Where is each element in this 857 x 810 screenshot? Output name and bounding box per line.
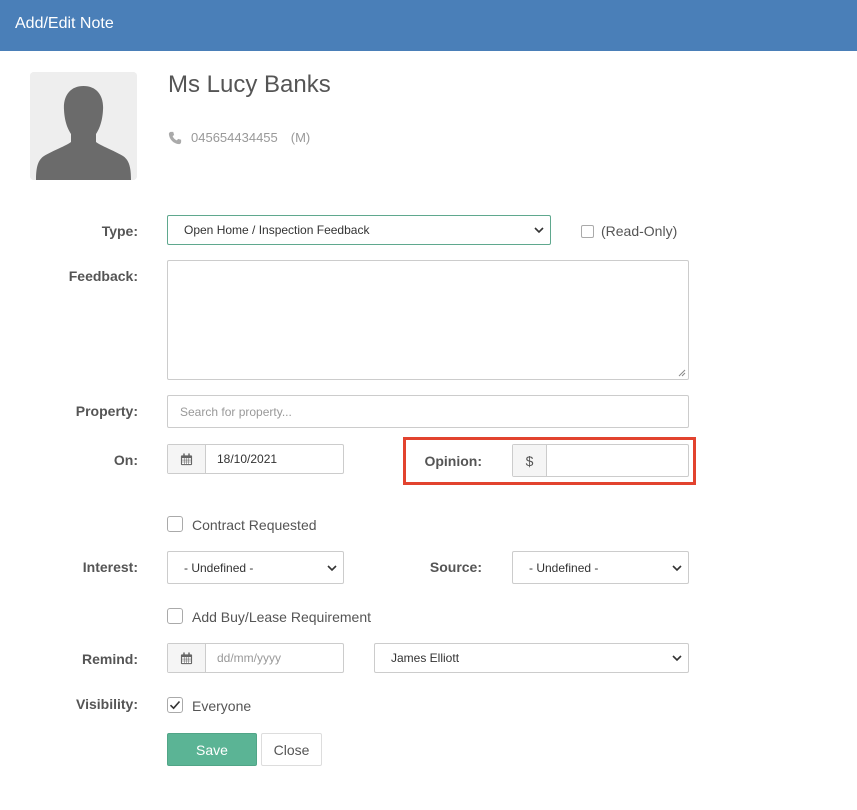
remind-calendar-button[interactable] bbox=[168, 644, 206, 672]
on-label: On: bbox=[113, 452, 138, 468]
remind-user-value: James Elliott bbox=[391, 651, 460, 665]
avatar bbox=[30, 72, 137, 180]
remind-label: Remind: bbox=[82, 651, 138, 667]
person-silhouette-icon bbox=[30, 72, 137, 180]
property-placeholder: Search for property... bbox=[180, 404, 292, 419]
contract-requested-label: Contract Requested bbox=[192, 517, 317, 533]
property-search-input[interactable]: Search for property... bbox=[167, 395, 689, 428]
phone-row: 045654434455 (M) bbox=[168, 130, 310, 145]
remind-date-input[interactable]: dd/mm/yyyy bbox=[167, 643, 344, 673]
calendar-icon bbox=[180, 452, 193, 465]
type-select-value: Open Home / Inspection Feedback bbox=[184, 223, 370, 237]
source-label: Source: bbox=[429, 559, 482, 575]
type-label: Type: bbox=[101, 223, 138, 239]
interest-label: Interest: bbox=[82, 559, 138, 575]
read-only-checkbox[interactable] bbox=[581, 225, 594, 238]
read-only-label: (Read-Only) bbox=[601, 223, 678, 239]
feedback-label: Feedback: bbox=[68, 268, 138, 284]
visibility-label: Visibility: bbox=[76, 696, 138, 712]
interest-select-value: - Undefined - bbox=[184, 560, 254, 575]
on-calendar-button[interactable] bbox=[168, 445, 206, 473]
interest-select[interactable]: - Undefined - bbox=[167, 551, 344, 584]
dialog-title: Add/Edit Note bbox=[15, 15, 114, 32]
buy-lease-checkbox[interactable] bbox=[167, 608, 183, 624]
phone-icon bbox=[168, 131, 182, 144]
dialog-header: Add/Edit Note bbox=[0, 0, 857, 51]
remind-user-select[interactable]: James Elliott bbox=[374, 643, 689, 673]
chevron-down-icon bbox=[672, 564, 682, 571]
on-date-input[interactable]: 18/10/2021 bbox=[167, 444, 344, 474]
property-label: Property: bbox=[75, 403, 138, 419]
source-select-value: - Undefined - bbox=[529, 560, 599, 575]
on-date-value: 18/10/2021 bbox=[217, 452, 278, 466]
contract-requested-checkbox[interactable] bbox=[167, 516, 183, 532]
chevron-down-icon bbox=[327, 564, 337, 571]
contact-name: Ms Lucy Banks bbox=[168, 71, 331, 98]
remind-date-placeholder: dd/mm/yyyy bbox=[217, 651, 282, 665]
feedback-textarea[interactable] bbox=[167, 260, 689, 380]
phone-type: (M) bbox=[290, 130, 311, 145]
resize-handle-icon[interactable] bbox=[678, 369, 686, 377]
chevron-down-icon bbox=[672, 655, 682, 662]
calendar-icon bbox=[180, 651, 193, 664]
chevron-down-icon bbox=[534, 227, 544, 234]
source-select[interactable]: - Undefined - bbox=[512, 551, 689, 584]
close-button[interactable]: Close bbox=[261, 733, 322, 766]
visibility-everyone-label: Everyone bbox=[192, 698, 252, 714]
opinion-highlight bbox=[403, 437, 696, 485]
type-select[interactable]: Open Home / Inspection Feedback bbox=[167, 215, 551, 245]
visibility-everyone-checkbox[interactable] bbox=[167, 697, 183, 713]
save-button[interactable]: Save bbox=[167, 733, 257, 766]
checkmark-icon bbox=[169, 700, 181, 710]
phone-number: 045654434455 bbox=[191, 130, 278, 145]
buy-lease-label: Add Buy/Lease Requirement bbox=[192, 609, 371, 625]
